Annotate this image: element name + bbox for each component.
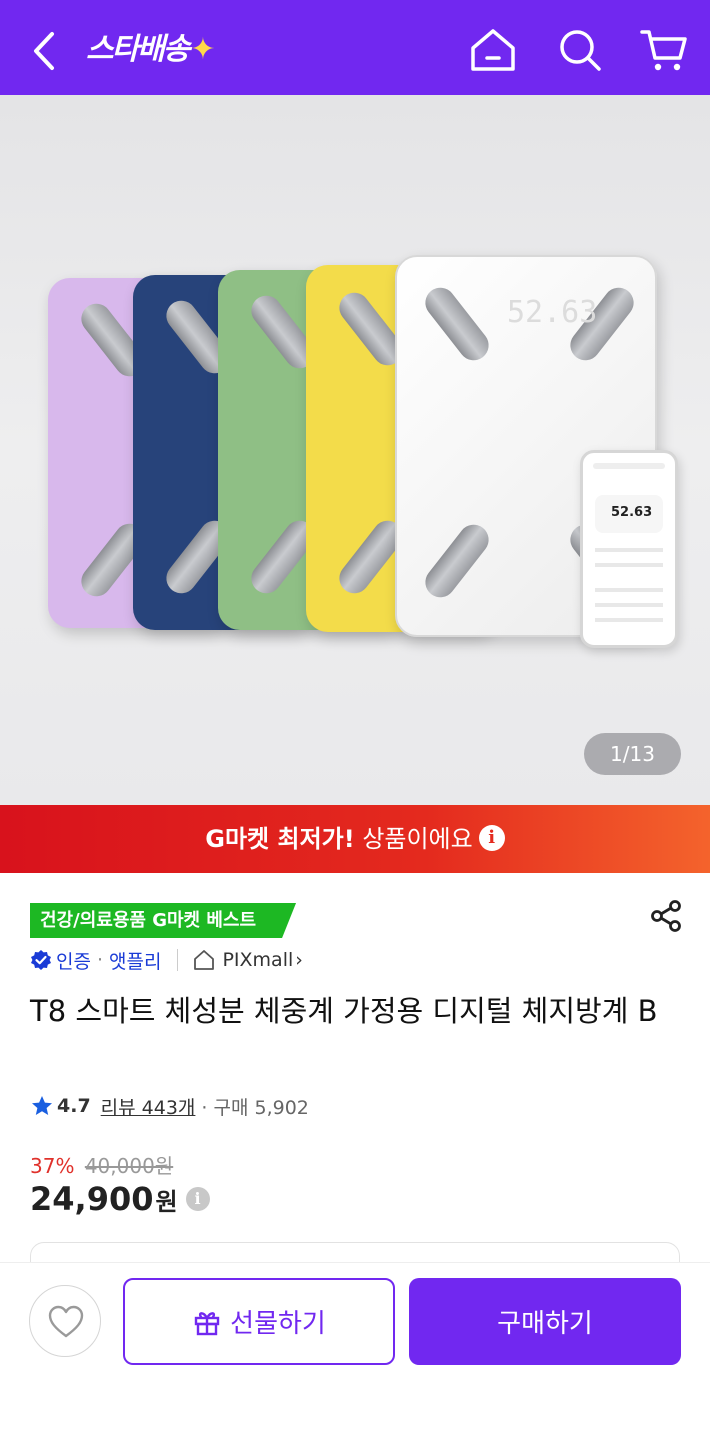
share-icon[interactable] [648, 898, 684, 934]
separator-dot: · [96, 949, 104, 971]
verified-badge-icon [31, 950, 51, 970]
promo-text: 상품이에요 [354, 825, 473, 853]
gift-icon [194, 1311, 220, 1335]
discount-percent: 37% [30, 1154, 75, 1178]
wishlist-button[interactable] [29, 1285, 101, 1357]
gift-button-label: 선물하기 [230, 1309, 326, 1339]
image-counter: 1/13 [584, 733, 681, 775]
scale-display-reading: 52.63 [507, 295, 598, 330]
cert-brand[interactable]: 앳플리 [109, 947, 161, 974]
promo-bold-text: G마켓 최저가! [205, 825, 355, 853]
store-chevron-icon: › [295, 949, 303, 971]
store-name: PIXmall [222, 949, 294, 971]
price-value: 24,900 [30, 1180, 154, 1218]
original-price: 40,000원 [84, 1154, 174, 1178]
cart-icon[interactable] [638, 24, 690, 76]
gift-button[interactable]: 선물하기 [123, 1278, 395, 1365]
top-app-bar: 스타배송✦ [0, 0, 710, 95]
buy-button[interactable]: 구매하기 [409, 1278, 681, 1365]
seller-row: 인증 · 앳플리 PIXmall › [30, 945, 303, 975]
bottom-action-bar: 선물하기 구매하기 [0, 1262, 710, 1440]
product-title: T8 스마트 체성분 체중계 가정용 디지털 체지방계 B [30, 994, 658, 1028]
phone-weight-reading: 52.63 [611, 505, 653, 520]
search-icon[interactable] [554, 24, 606, 76]
price-info-icon[interactable]: i [185, 1187, 210, 1211]
rating-row: 4.7 리뷰 443개 · 구매 5,902 [30, 1090, 309, 1122]
cert-label[interactable]: 인증 [56, 947, 91, 974]
heart-icon [48, 1305, 84, 1338]
logo-spark: ✦ [190, 32, 215, 67]
star-delivery-logo[interactable]: 스타배송✦ [86, 30, 216, 70]
store-link[interactable]: PIXmall › [192, 949, 303, 971]
info-icon[interactable]: i [478, 825, 505, 851]
star-icon [32, 1096, 52, 1115]
price-unit: 원 [155, 1187, 178, 1216]
discount-row: 37% 40,000원 [30, 1150, 173, 1179]
sale-price: 24,900 원 i [30, 1180, 210, 1218]
phone-app-mockup: 52.63 [580, 450, 678, 648]
best-seller-badge[interactable]: 건강/의료용품 G마켓 베스트 [30, 903, 296, 938]
product-image-carousel[interactable]: 52.63 52.63 1/13 [0, 95, 710, 805]
buy-button-label: 구매하기 [497, 1309, 593, 1339]
purchase-count: · 구매 5,902 [201, 1096, 309, 1119]
divider [177, 949, 179, 971]
rating-score: 4.7 [57, 1095, 91, 1117]
logo-text: 스타배송 [86, 32, 190, 67]
reviews-link[interactable]: 리뷰 443개 [101, 1093, 196, 1120]
home-icon[interactable] [467, 24, 519, 76]
store-home-icon [194, 950, 215, 970]
lowest-price-banner[interactable]: G마켓 최저가! 상품이에요 i [0, 805, 710, 873]
back-icon[interactable] [26, 28, 62, 74]
